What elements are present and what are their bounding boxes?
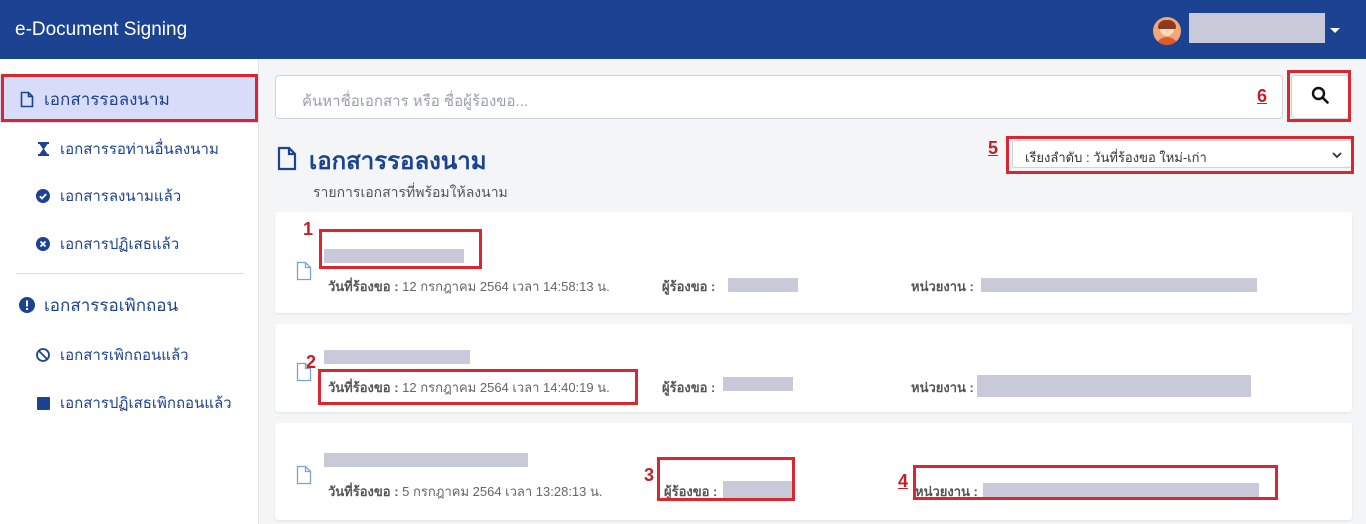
agency-name-redacted	[977, 375, 1251, 397]
agency-name-redacted	[981, 278, 1257, 292]
request-date: วันที่ร้องขอ : 12 กรกฎาคม 2564 เวลา 14:5…	[328, 279, 610, 294]
annotation-label-4: 4	[898, 471, 909, 491]
sidebar-item-revoked[interactable]: เอกสารเพิกถอนแล้ว	[0, 340, 259, 370]
username-redacted[interactable]	[1189, 13, 1325, 43]
square-icon	[34, 396, 52, 410]
sidebar-item-label: เอกสารลงนามแล้ว	[60, 188, 182, 205]
sidebar-item-label: เอกสารปฏิเสธเพิกถอนแล้ว	[60, 395, 232, 412]
requester-name-redacted	[728, 278, 798, 292]
sidebar-item-label: เอกสารปฏิเสธแล้ว	[60, 236, 180, 253]
page-heading: เอกสารรอลงนาม	[277, 141, 487, 180]
requester: ผู้ร้องขอ :	[662, 380, 716, 395]
annotation-box-1	[319, 229, 482, 269]
annotation-box-4	[913, 465, 1278, 500]
file-icon	[277, 146, 297, 175]
hourglass-icon	[34, 142, 52, 156]
agency: หน่วยงาน :	[911, 279, 974, 294]
requester: ผู้ร้องขอ :	[662, 279, 716, 294]
page-title: เอกสารรอลงนาม	[309, 148, 487, 175]
exclamation-circle-icon	[18, 297, 36, 313]
x-circle-icon	[34, 237, 52, 251]
caret-down-icon[interactable]	[1330, 28, 1340, 33]
sidebar-item-label: เอกสารเพิกถอนแล้ว	[60, 347, 189, 364]
document-icon	[296, 465, 312, 489]
document-title-redacted[interactable]	[324, 453, 528, 467]
document-title-redacted[interactable]	[324, 350, 470, 364]
agency: หน่วยงาน :	[911, 380, 974, 395]
ban-icon	[34, 348, 52, 362]
sidebar-divider	[16, 273, 244, 274]
annotation-label-5: 5	[988, 138, 999, 158]
document-icon	[296, 261, 312, 285]
annotation-box-2	[318, 369, 638, 405]
sidebar-item-label: เอกสารรอเพิกถอน	[44, 295, 179, 315]
requester-name-redacted	[723, 377, 793, 391]
app-title: e-Document Signing	[15, 19, 188, 40]
sidebar-item-waiting-others[interactable]: เอกสารรอท่านอื่นลงนาม	[0, 134, 259, 164]
search-placeholder: ค้นหาชื่อเอกสาร หรือ ชื่อผู้ร้องขอ...	[302, 93, 529, 110]
annotation-box-5	[1006, 136, 1354, 174]
annotation-label-3: 3	[644, 465, 655, 485]
annotation-label-6: 6	[1257, 86, 1268, 106]
avatar[interactable]	[1153, 17, 1181, 45]
sidebar-item-label: เอกสารรอท่านอื่นลงนาม	[60, 141, 219, 158]
request-date: วันที่ร้องขอ : 5 กรกฎาคม 2564 เวลา 13:28…	[328, 484, 603, 499]
sidebar-item-pending-revoke[interactable]: เอกสารรอเพิกถอน	[0, 290, 259, 320]
sidebar-item-rejected[interactable]: เอกสารปฏิเสธแล้ว	[0, 229, 259, 259]
annotation-box-sidebar	[1, 74, 258, 122]
check-circle-icon	[34, 189, 52, 203]
sidebar: เอกสารรอลงนาม เอกสารรอท่านอื่นลงนาม เอกส…	[0, 59, 259, 524]
sidebar-item-signed[interactable]: เอกสารลงนามแล้ว	[0, 181, 259, 211]
annotation-box-6	[1287, 70, 1351, 122]
page-subtitle: รายการเอกสารที่พร้อมให้ลงนาม	[313, 184, 508, 200]
sidebar-item-revoke-rejected[interactable]: เอกสารปฏิเสธเพิกถอนแล้ว	[0, 388, 259, 418]
annotation-label-1: 1	[303, 219, 314, 239]
search-input[interactable]: ค้นหาชื่อเอกสาร หรือ ชื่อผู้ร้องขอ...	[275, 75, 1283, 119]
annotation-box-3	[657, 457, 795, 501]
annotation-label-2: 2	[306, 352, 317, 372]
top-bar: e-Document Signing	[0, 0, 1366, 59]
